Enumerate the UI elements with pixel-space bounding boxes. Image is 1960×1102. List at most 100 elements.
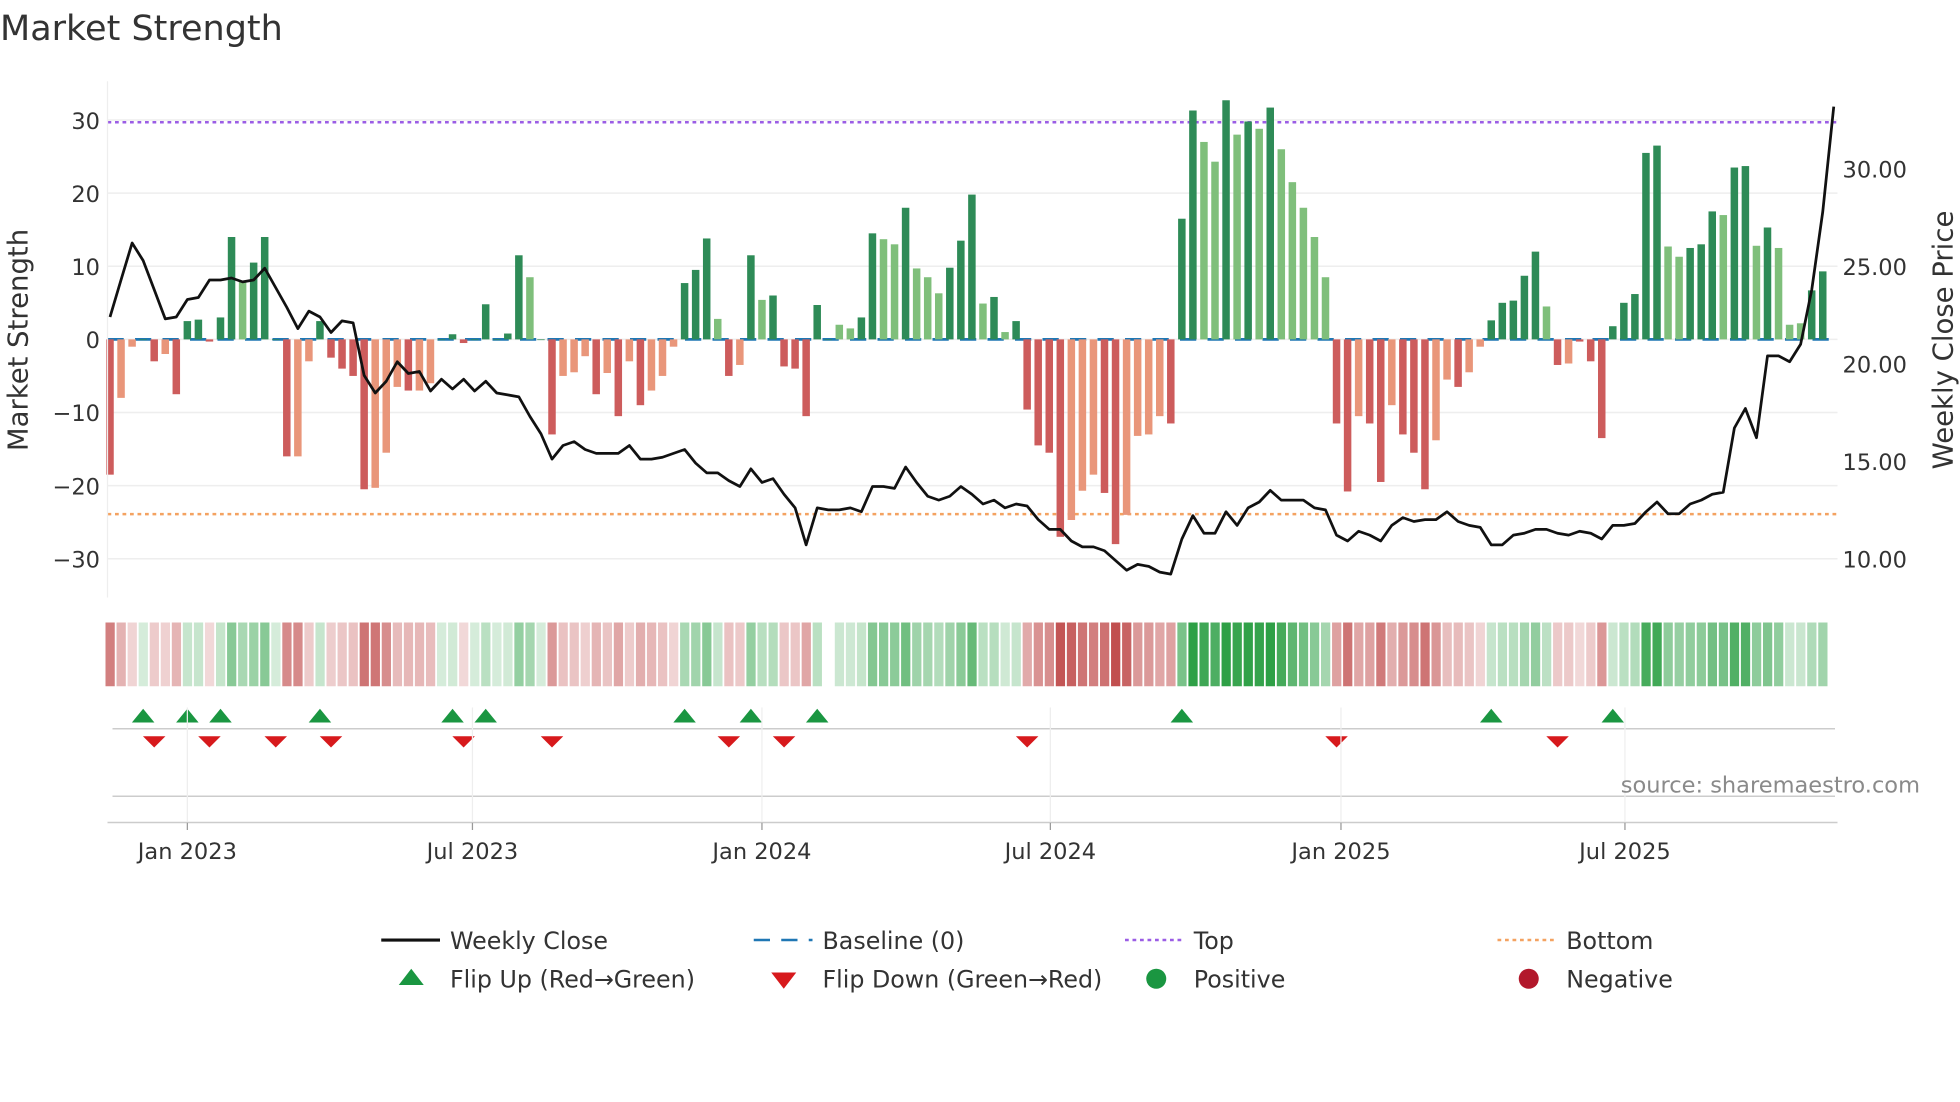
flip-up-marker xyxy=(1480,708,1503,723)
strip-cell xyxy=(1508,622,1519,687)
strength-bar xyxy=(935,293,943,340)
strip-cell xyxy=(105,622,115,687)
flip-up-marker xyxy=(1170,708,1194,723)
strength-bar xyxy=(946,267,954,340)
strip-cell xyxy=(1221,622,1231,687)
strip-cell xyxy=(1796,622,1806,687)
strip-cell xyxy=(845,622,856,687)
strength-bar xyxy=(979,303,987,340)
strength-bar xyxy=(658,339,667,376)
strength-bar xyxy=(294,339,302,457)
strength-bar xyxy=(216,317,225,340)
strip-cell xyxy=(790,622,800,687)
flip-down-marker xyxy=(452,736,475,748)
strength-bar xyxy=(1631,294,1639,340)
strip-cell xyxy=(1188,622,1198,687)
strip-cell xyxy=(613,622,624,687)
strength-bar xyxy=(504,333,512,340)
strip-cell xyxy=(724,622,734,687)
strength-bar xyxy=(1575,339,1584,342)
strip-cell xyxy=(558,622,568,687)
strip-cell xyxy=(315,622,325,687)
strength-bar xyxy=(1653,145,1661,340)
strip-cell xyxy=(1332,622,1342,687)
strip-cell xyxy=(1243,622,1253,687)
strip-cell xyxy=(536,622,546,687)
strip-cell xyxy=(1785,622,1795,687)
strength-bar xyxy=(1752,245,1761,340)
strip-cell xyxy=(1652,622,1662,687)
strip-cell xyxy=(591,622,601,687)
strip-cell xyxy=(1751,622,1762,687)
strength-bar xyxy=(1664,246,1672,340)
strip-cell xyxy=(1276,622,1287,687)
strength-bar xyxy=(1465,339,1473,373)
strength-bar xyxy=(404,339,413,391)
strength-bar xyxy=(1200,141,1208,340)
strip-cell xyxy=(1298,622,1309,687)
strip-cell xyxy=(1343,622,1353,687)
flip-down-marker xyxy=(1325,736,1348,748)
strip-cell xyxy=(978,622,988,687)
y-tick-label-left: −10 xyxy=(53,401,100,427)
y-tick-label-left: −20 xyxy=(53,474,100,500)
strip-cell xyxy=(1663,622,1673,687)
strength-bar xyxy=(1189,110,1197,340)
flip-down-marker xyxy=(1546,736,1569,748)
strength-bar xyxy=(736,339,744,365)
strip-cell xyxy=(193,622,204,687)
flip-down-marker xyxy=(319,736,343,748)
strength-bar xyxy=(1310,237,1319,340)
strip-cell xyxy=(1475,622,1485,687)
strip-cell xyxy=(1088,622,1099,687)
strength-bar xyxy=(272,339,280,341)
strip-cell xyxy=(569,622,579,687)
strength-bar xyxy=(1620,302,1628,340)
strength-bar xyxy=(890,244,899,340)
strength-bar xyxy=(548,339,556,435)
flip-up-marker xyxy=(131,708,155,723)
legend-label: Baseline (0) xyxy=(823,927,965,955)
strip-cell xyxy=(1818,622,1828,687)
strip-cell xyxy=(856,622,867,687)
strip-cell xyxy=(746,622,756,687)
strength-bar xyxy=(1266,107,1274,340)
strip-cell xyxy=(1486,622,1496,687)
strength-bar xyxy=(1343,339,1352,492)
strip-cell xyxy=(1696,622,1706,687)
strength-bar xyxy=(1785,324,1794,340)
x-tick-label: Jul 2025 xyxy=(1577,839,1671,865)
strip-cell xyxy=(403,622,414,687)
strength-bar xyxy=(780,339,788,367)
strength-bar xyxy=(824,339,832,341)
strength-bar xyxy=(1354,339,1363,417)
y-tick-label-left: 30 xyxy=(71,109,100,135)
strength-bar xyxy=(283,339,291,457)
strength-bar xyxy=(1111,339,1120,545)
strength-bar xyxy=(1122,339,1131,515)
strip-cell xyxy=(801,622,811,687)
strip-cell xyxy=(282,622,292,687)
strength-bar xyxy=(1553,339,1562,365)
strip-cell xyxy=(735,622,745,687)
strip-cell xyxy=(1608,622,1618,687)
strip-cell xyxy=(1033,622,1043,687)
strip-cell xyxy=(359,622,369,687)
strength-bar xyxy=(1697,244,1705,340)
legend-label: Bottom xyxy=(1566,927,1653,955)
strength-bar xyxy=(1564,339,1573,364)
strength-bar xyxy=(1741,166,1750,340)
flip-up-marker xyxy=(308,708,332,723)
strength-bar xyxy=(1156,339,1164,417)
strip-cell xyxy=(260,622,270,687)
strip-cell xyxy=(227,622,237,687)
strip-cell xyxy=(337,622,347,687)
strip-cell xyxy=(127,622,137,687)
strip-cell xyxy=(149,622,159,687)
strip-cell xyxy=(956,622,966,687)
strength-bar xyxy=(1277,149,1286,340)
strip-cell xyxy=(370,622,380,687)
strength-bar xyxy=(725,339,733,376)
strip-cell xyxy=(293,622,303,687)
strip-cell xyxy=(1100,622,1110,687)
